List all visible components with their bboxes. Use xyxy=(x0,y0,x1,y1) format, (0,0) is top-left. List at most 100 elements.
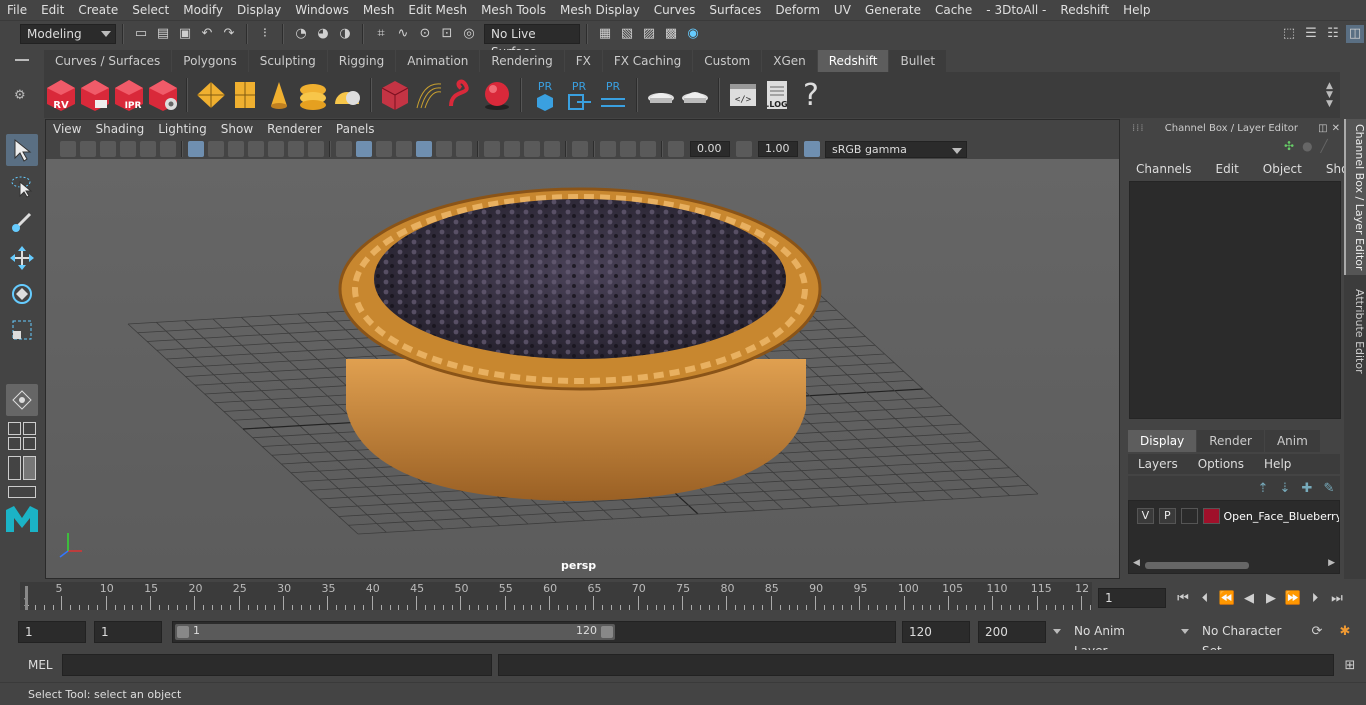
motion-blur-icon[interactable] xyxy=(504,141,520,157)
menu-uv[interactable]: UV xyxy=(827,0,858,20)
rs-hair-icon[interactable] xyxy=(413,76,445,114)
command-input[interactable] xyxy=(62,654,492,676)
step-forward-key-icon[interactable]: ⏩ xyxy=(1284,589,1302,607)
redo-icon[interactable]: ↷ xyxy=(220,25,238,43)
select-object-icon[interactable]: ◕ xyxy=(314,25,332,43)
layout-outliner-icon[interactable] xyxy=(8,486,36,498)
grease-pencil-icon[interactable] xyxy=(160,141,176,157)
channel-menu-object[interactable]: Object xyxy=(1251,162,1314,176)
xray-icon[interactable] xyxy=(600,141,616,157)
layer-display-type[interactable] xyxy=(1180,508,1198,524)
layer-menu-layers[interactable]: Layers xyxy=(1128,457,1188,471)
rs-volume-icon[interactable] xyxy=(229,76,261,114)
select-component-icon[interactable]: ◑ xyxy=(336,25,354,43)
viewport-menu-view[interactable]: View xyxy=(46,120,88,139)
resolution-gate-icon[interactable] xyxy=(228,141,244,157)
range-bar[interactable]: 1 120 xyxy=(175,624,615,640)
modeling-toolkit-icon[interactable]: ⬚ xyxy=(1280,25,1298,43)
menu-windows[interactable]: Windows xyxy=(288,0,356,20)
rs-area-light-icon[interactable] xyxy=(297,76,329,114)
layout-single-icon[interactable] xyxy=(8,422,36,450)
menu-set-icon[interactable]: ⁝ xyxy=(256,25,274,43)
shelf-tab-rigging[interactable]: Rigging xyxy=(327,50,396,72)
anim-layer-dropdown[interactable]: No Anim Layer xyxy=(1050,621,1166,658)
safe-title-icon[interactable] xyxy=(308,141,324,157)
layer-row[interactable]: V P Open_Face_Blueberry_ xyxy=(1137,508,1339,524)
channel-box-only-icon[interactable]: ● xyxy=(1302,139,1312,153)
log-file-icon[interactable]: .LOG xyxy=(761,76,793,114)
channel-menu-channels[interactable]: Channels xyxy=(1124,162,1204,176)
lasso-tool-icon[interactable] xyxy=(6,170,38,202)
menu-edit[interactable]: Edit xyxy=(34,0,71,20)
rs-pr-import-icon[interactable]: PR xyxy=(597,76,629,114)
menu-curves[interactable]: Curves xyxy=(647,0,703,20)
paint-select-tool-icon[interactable] xyxy=(6,206,38,238)
menu-redshift[interactable]: Redshift xyxy=(1053,0,1116,20)
shelf-tab-custom[interactable]: Custom xyxy=(693,50,762,72)
current-frame-field[interactable]: 1 xyxy=(1098,588,1166,608)
save-scene-icon[interactable]: ▣ xyxy=(176,25,194,43)
image-plane-icon[interactable] xyxy=(120,141,136,157)
viewport-menu-show[interactable]: Show xyxy=(214,120,260,139)
menu-deform[interactable]: Deform xyxy=(768,0,827,20)
smooth-shade-icon[interactable] xyxy=(356,141,372,157)
channel-menu-edit[interactable]: Edit xyxy=(1204,162,1251,176)
ambient-occlusion-icon[interactable] xyxy=(484,141,500,157)
rs-ipr-icon[interactable]: IPR xyxy=(113,76,145,114)
animation-start-field[interactable]: 1 xyxy=(18,621,86,643)
viewport-menu-panels[interactable]: Panels xyxy=(329,120,382,139)
textured-icon[interactable] xyxy=(416,141,432,157)
depth-of-field-icon[interactable] xyxy=(544,141,560,157)
layer-tab-render[interactable]: Render xyxy=(1197,430,1264,452)
step-forward-frame-icon[interactable]: ⏵ xyxy=(1306,589,1324,607)
wireframe-icon[interactable] xyxy=(336,141,352,157)
go-to-end-icon[interactable]: ⏭ xyxy=(1328,589,1346,607)
rs-pr-export-icon[interactable]: PR xyxy=(563,76,595,114)
rs-dome-light-icon[interactable] xyxy=(331,76,363,114)
menu-help[interactable]: Help xyxy=(1116,0,1157,20)
rs-curve-icon[interactable] xyxy=(447,76,479,114)
layer-tab-anim[interactable]: Anim xyxy=(1264,430,1320,452)
3d-viewport[interactable]: persp xyxy=(46,159,1119,578)
menu-generate[interactable]: Generate xyxy=(858,0,928,20)
time-ruler[interactable]: 5 10 15 20 25 30 35 40 45 50 55 60 65 70 75 80 85 90 95 100… xyxy=(20,582,1092,610)
hypershade-icon[interactable]: ◉ xyxy=(684,25,702,43)
menu-mesh[interactable]: Mesh xyxy=(356,0,402,20)
snap-grid-icon[interactable]: ⌗ xyxy=(372,25,390,43)
layer-visibility-toggle[interactable]: V xyxy=(1137,508,1154,524)
menu-3dtoall[interactable]: - 3DtoAll - xyxy=(979,0,1053,20)
menu-display[interactable]: Display xyxy=(230,0,288,20)
current-time-indicator[interactable] xyxy=(25,586,28,610)
layer-editor-only-icon[interactable]: ╱ xyxy=(1321,139,1328,153)
playback-end-field[interactable]: 120 xyxy=(902,621,970,643)
isolate-select-icon[interactable] xyxy=(572,141,588,157)
safe-action-icon[interactable] xyxy=(288,141,304,157)
select-hierarchy-icon[interactable]: ◔ xyxy=(292,25,310,43)
channel-box-toggle-icon[interactable]: ◫ xyxy=(1346,24,1364,43)
float-panel-icon[interactable]: ◫ xyxy=(1318,123,1327,134)
render-settings-icon[interactable]: ▩ xyxy=(662,25,680,43)
tool-settings-toggle-icon[interactable]: ☷ xyxy=(1324,25,1342,43)
shelf-menu-icon[interactable] xyxy=(15,59,29,61)
2d-pan-zoom-icon[interactable] xyxy=(140,141,156,157)
layer-color-swatch[interactable] xyxy=(1202,508,1220,524)
menu-select[interactable]: Select xyxy=(125,0,176,20)
rotate-tool-icon[interactable] xyxy=(6,278,38,310)
shadows-icon[interactable] xyxy=(456,141,472,157)
live-surface-field[interactable]: No Live Surface xyxy=(484,23,580,59)
shelf-tab-rendering[interactable]: Rendering xyxy=(480,50,564,72)
ipr-render-icon[interactable]: ▨ xyxy=(640,25,658,43)
shelf-tab-curves-surfaces[interactable]: Curves / Surfaces xyxy=(44,50,172,72)
render-view-icon[interactable]: ▦ xyxy=(596,25,614,43)
menu-surfaces[interactable]: Surfaces xyxy=(702,0,768,20)
character-set-dropdown[interactable]: No Character Set xyxy=(1178,621,1298,658)
animation-end-field[interactable]: 200 xyxy=(978,621,1046,643)
script-editor-icon[interactable]: </> xyxy=(727,76,759,114)
workspace-dropdown[interactable]: Modeling xyxy=(20,23,116,44)
xray-components-icon[interactable] xyxy=(640,141,656,157)
pie-export-icon[interactable] xyxy=(679,76,711,114)
channel-box-sidetab[interactable]: Channel Box / Layer Editor xyxy=(1344,119,1366,275)
new-empty-layer-icon[interactable]: ✚ xyxy=(1298,479,1316,497)
select-tool-icon[interactable] xyxy=(6,134,38,166)
viewport-menu-lighting[interactable]: Lighting xyxy=(151,120,214,139)
